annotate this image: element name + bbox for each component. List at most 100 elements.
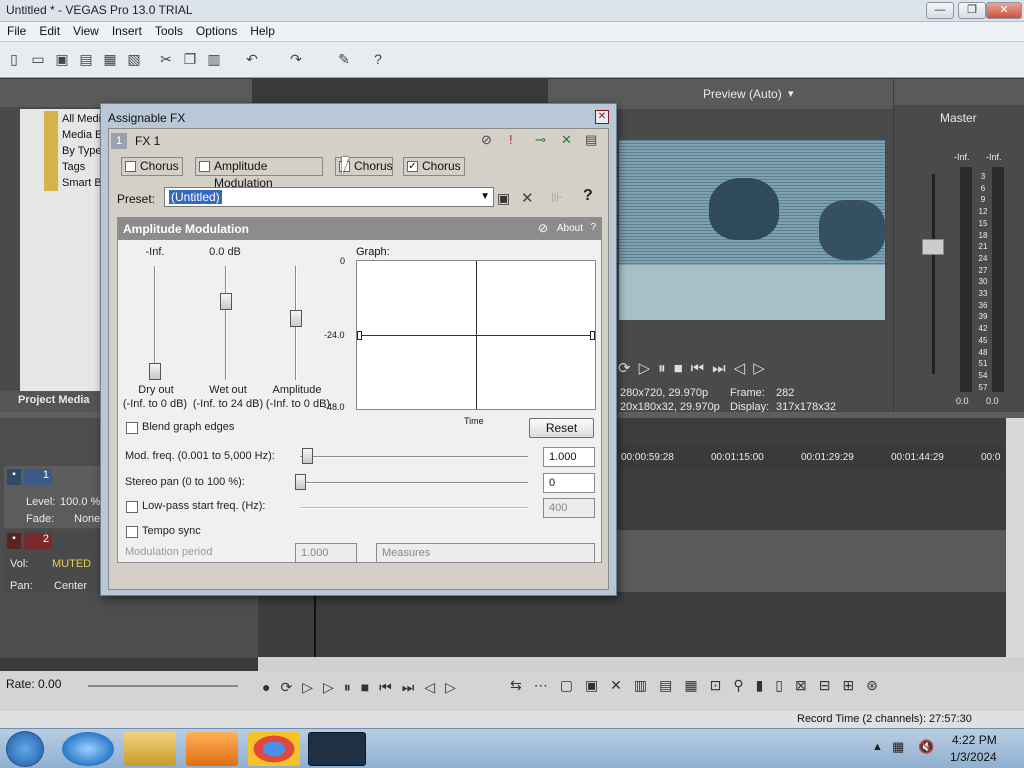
main-toolbar: ▯ ▭ ▣ ▤ ▦ ▧ ✂ ❐ ▥ ↶ ↷ ✎ ?	[0, 42, 1024, 78]
amplitude-slider[interactable]	[290, 309, 302, 327]
undo-icon[interactable]: ↶	[244, 51, 260, 67]
mod-freq-label: Mod. freq. (0.001 to 5,000 Hz):	[125, 450, 275, 462]
status-bar: Record Time (2 channels): 27:57:30	[0, 711, 1024, 728]
save-icon[interactable]: ▣	[54, 51, 70, 67]
preview-quality-select[interactable]: Preview (Auto)	[703, 87, 782, 101]
enable-snapping-icon[interactable]: ✎	[336, 51, 352, 67]
new-icon[interactable]: ▯	[6, 51, 22, 67]
chevron-down-icon[interactable]: ▼	[480, 188, 490, 206]
clock-time[interactable]: 4:22 PM	[952, 733, 997, 747]
properties-icon[interactable]: ▧	[126, 51, 142, 67]
track-vol-value[interactable]: MUTED	[52, 558, 91, 570]
plugin-info-icon[interactable]: !	[509, 132, 513, 147]
lowpass-input: 400	[543, 498, 595, 518]
chrome-icon[interactable]	[248, 732, 300, 766]
bypass-icon[interactable]: ⊘	[481, 132, 492, 148]
track-icon: ▪	[7, 533, 21, 549]
whats-this-icon[interactable]: ?	[370, 51, 386, 67]
track-pan-value[interactable]: Center	[54, 580, 87, 592]
graph-label: Graph:	[356, 246, 390, 258]
about-link[interactable]: About	[557, 223, 583, 234]
meter-tick: 48	[978, 347, 988, 357]
timeline-tick: 00:0	[981, 452, 1001, 463]
menu-file[interactable]: File	[0, 22, 32, 38]
edit-tools[interactable]: ⇆⋯▢▣✕▥▤▦⊡⚲▮▯⊠⊟⊞⊛	[510, 677, 970, 699]
stereo-pan-slider[interactable]	[295, 474, 306, 490]
menu-view[interactable]: View	[66, 22, 105, 38]
render-icon[interactable]: ▦	[102, 51, 118, 67]
meter-tick: 45	[978, 335, 988, 345]
paste-icon[interactable]: ▥	[206, 51, 222, 67]
chain-tab-chorus-1[interactable]: Chorus	[121, 157, 183, 176]
volume-muted-icon[interactable]: 🔇	[918, 739, 934, 755]
menu-options[interactable]: Options	[189, 22, 243, 38]
maximize-button[interactable]: ❐	[958, 2, 986, 19]
checkbox[interactable]	[199, 161, 210, 172]
title-bar: Untitled * - VEGAS Pro 13.0 TRIAL — ❐ ✕	[0, 0, 1024, 22]
tray-chevron-icon[interactable]: ▲	[872, 741, 883, 753]
track-level-value[interactable]: 100.0 %	[60, 496, 100, 508]
track-vol-label: Vol:	[10, 558, 29, 570]
open-icon[interactable]: ▭	[30, 51, 46, 67]
menu-tools[interactable]: Tools	[148, 22, 189, 38]
rate-slider[interactable]	[88, 685, 238, 687]
network-icon[interactable]: ▦	[892, 739, 904, 755]
chevron-down-icon[interactable]: ▾	[788, 87, 794, 100]
explorer-icon[interactable]	[124, 732, 176, 766]
dialog-title: Assignable FX	[108, 111, 186, 125]
help-icon[interactable]: ?	[583, 187, 593, 205]
mod-freq-input[interactable]: 1.000	[543, 447, 595, 467]
master-fader-track	[932, 174, 935, 374]
cut-icon[interactable]: ✂	[158, 51, 174, 67]
graph-tick: -24.0	[324, 330, 345, 340]
tab-project-media[interactable]: Project Media	[18, 394, 90, 406]
blend-graph-checkbox[interactable]	[126, 422, 138, 434]
preset-combo[interactable]: (Untitled) ▼	[164, 187, 494, 207]
menu-insert[interactable]: Insert	[105, 22, 148, 38]
wet-out-slider[interactable]	[220, 293, 232, 311]
dialog-close-button[interactable]: ✕	[595, 110, 609, 124]
clock-date[interactable]: 1/3/2024	[950, 750, 997, 764]
chain-tab-chorus-3[interactable]: ✓ Chorus	[403, 157, 465, 176]
delete-preset-icon[interactable]: ✕	[521, 189, 534, 207]
close-button[interactable]: ✕	[986, 2, 1022, 19]
bypass-icon[interactable]: ⊘	[538, 221, 548, 235]
plugin-help-link[interactable]: ?	[590, 222, 596, 233]
master-fader[interactable]	[922, 239, 944, 255]
transport-controls[interactable]: ●⟳▷▷⏸■⏮⏭◁▷	[262, 679, 512, 699]
checkbox[interactable]	[125, 161, 136, 172]
stereo-pan-input[interactable]: 0	[543, 473, 595, 493]
minimize-button[interactable]: —	[926, 2, 954, 19]
copy-icon[interactable]: ❐	[182, 51, 198, 67]
menu-edit[interactable]: Edit	[32, 22, 66, 38]
start-button[interactable]	[6, 731, 44, 767]
chain-menu-icon[interactable]: ▤	[585, 132, 597, 148]
mod-freq-slider[interactable]	[302, 448, 313, 464]
save-preset-icon[interactable]: ▣	[497, 190, 510, 207]
plugin-chain-icon[interactable]: ⊸	[535, 132, 546, 148]
graph-node[interactable]	[357, 331, 362, 340]
graph-node[interactable]	[590, 331, 595, 340]
checkbox[interactable]: ✓	[407, 161, 418, 172]
amplitude-graph[interactable]	[356, 260, 596, 410]
track-fade-value[interactable]: None	[74, 513, 100, 525]
preview-object	[819, 200, 885, 260]
vegas-taskbar-icon[interactable]	[308, 732, 366, 766]
menu-help[interactable]: Help	[243, 22, 281, 38]
remove-plugin-icon[interactable]: ✕	[561, 132, 572, 148]
media-player-icon[interactable]	[186, 732, 238, 766]
redo-icon[interactable]: ↷	[288, 51, 304, 67]
timeline-vscroll[interactable]	[1006, 418, 1024, 658]
ie-icon[interactable]	[62, 732, 114, 766]
reset-button[interactable]: Reset	[529, 418, 594, 438]
lowpass-checkbox[interactable]	[126, 501, 138, 513]
dry-out-slider[interactable]	[149, 363, 161, 380]
save-as-icon[interactable]: ▤	[78, 51, 94, 67]
chain-tab-amplitude-modulation[interactable]: Amplitude Modulation	[195, 157, 323, 190]
master-title: Master	[940, 111, 977, 125]
left-level: 0.0	[956, 396, 969, 406]
tempo-sync-checkbox[interactable]	[126, 526, 138, 538]
preview-transport[interactable]: ⟳▷⏸■⏮⏭◁▷	[618, 359, 893, 381]
track-icon: ▪	[7, 469, 21, 485]
timeline-hscroll[interactable]	[258, 657, 1024, 671]
